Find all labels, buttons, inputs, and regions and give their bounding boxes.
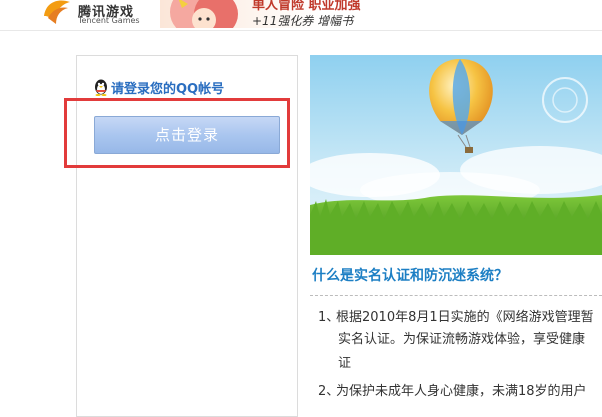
tencent-games-logo[interactable]: 腾讯游戏 Tencent Games xyxy=(40,0,140,28)
faq-title: 什么是实名认证和防沉迷系统？ xyxy=(312,268,508,284)
faq-item-number: 1、 xyxy=(318,310,340,325)
login-button[interactable]: 点击登录 xyxy=(94,116,280,154)
top-header: 腾讯游戏 Tencent Games 单人冒险 职业加强 +11强化券 增幅书 xyxy=(0,0,602,31)
faq-item-2: 2、为保护未成年人身心健康，未满18岁的用户 xyxy=(318,381,587,400)
tencent-games-logo-icon xyxy=(44,0,70,24)
faq-item-text: 根据2010年8月1日实施的《网络游戏管理暂 xyxy=(336,310,594,325)
login-prompt-label: 请登录您的QQ帐号 xyxy=(111,81,225,97)
faq-item-text: 实名认证。为保证流畅游戏体验，享受健康 xyxy=(338,332,586,347)
faq-item-1: 1、根据2010年8月1日实施的《网络游戏管理暂 xyxy=(318,307,594,329)
faq-item-number: 2、 xyxy=(318,384,340,399)
ad-banner[interactable]: 单人冒险 职业加强 +11强化券 增幅书 xyxy=(160,0,390,28)
login-panel: 请登录您的QQ帐号 点击登录 xyxy=(76,55,298,417)
faq-item-1-line3: 证 xyxy=(318,353,351,375)
qq-penguin-icon xyxy=(95,79,107,96)
banner-subline: +11强化券 增幅书 xyxy=(252,14,354,28)
faq-item-text: 证 xyxy=(338,356,352,371)
banner-character-image xyxy=(170,0,238,28)
hot-air-balloon-illustration xyxy=(310,55,602,255)
faq-item-text: 为保护未成年人身心健康，未满18岁的用户 xyxy=(336,384,587,399)
hero-image xyxy=(310,55,602,255)
login-prompt: 请登录您的QQ帐号 xyxy=(93,78,225,97)
logo-text-en: Tencent Games xyxy=(78,16,140,25)
info-panel: 什么是实名认证和防沉迷系统？ 1、根据2010年8月1日实施的《网络游戏管理暂 … xyxy=(310,55,602,400)
divider xyxy=(310,295,602,296)
faq-item-1-line2: 实名认证。为保证流畅游戏体验，享受健康 xyxy=(318,329,585,351)
